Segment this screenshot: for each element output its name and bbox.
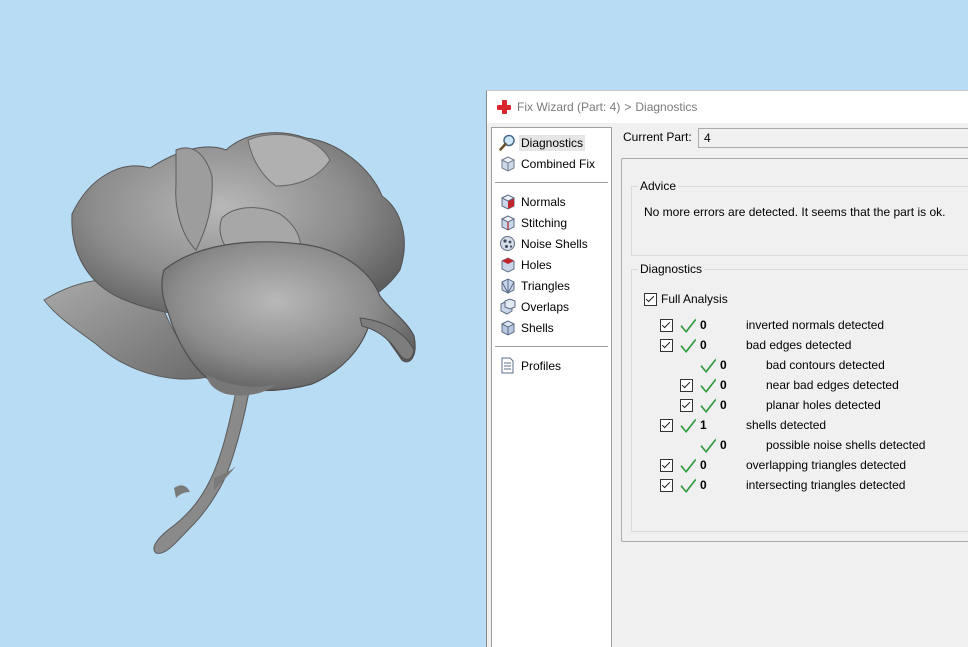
check-ok-icon xyxy=(700,376,717,393)
nav-item-label: Overlaps xyxy=(521,299,570,314)
title-separator: > xyxy=(624,100,632,114)
nav-item-label: Diagnostics xyxy=(519,134,586,151)
check-ok-icon xyxy=(700,356,717,373)
diagnostic-row: 0 planar holes detected xyxy=(632,395,968,415)
diagnostic-label: intersecting triangles detected xyxy=(746,478,906,492)
diagnostic-row: 0 bad edges detected xyxy=(632,335,968,355)
diagnostic-checkbox[interactable] xyxy=(660,319,673,332)
diagnostic-checkbox[interactable] xyxy=(680,399,693,412)
advice-legend: Advice xyxy=(640,179,677,193)
check-ok-icon xyxy=(680,416,697,433)
nav-item-label: Noise Shells xyxy=(521,236,588,251)
diagnostic-label: inverted normals detected xyxy=(746,318,885,332)
shells-cube-icon xyxy=(500,320,516,336)
app-logo-icon xyxy=(497,100,511,114)
stitching-cube-icon xyxy=(500,215,516,231)
window-page-name: Diagnostics xyxy=(635,100,698,114)
diagnostic-checkbox[interactable] xyxy=(660,419,673,432)
current-part-label: Current Part: xyxy=(623,130,692,144)
nav-divider xyxy=(495,346,608,347)
diagnostic-count: 0 xyxy=(700,478,707,492)
diagnostic-count: 0 xyxy=(700,318,707,332)
check-ok-icon xyxy=(680,476,697,493)
diagnostic-row: 0 near bad edges detected xyxy=(632,375,968,395)
fix-wizard-window: Fix Wizard (Part: 4) > Diagnostics Diagn… xyxy=(486,90,968,647)
nav-item-label: Holes xyxy=(521,257,552,272)
diagnostic-row: 0 possible noise shells detected xyxy=(632,435,968,455)
magnifier-icon xyxy=(499,134,515,151)
diagnostic-count: 0 xyxy=(700,458,707,472)
diagnostic-count: 0 xyxy=(720,438,727,452)
diagnostic-count: 0 xyxy=(700,338,707,352)
nav-group-analysis: Diagnostics Combined Fix xyxy=(492,132,611,174)
nav-item-label: Combined Fix xyxy=(521,156,596,171)
diagnostics-legend: Diagnostics xyxy=(640,262,703,276)
nav-item-normals[interactable]: Normals xyxy=(492,191,611,212)
diagnostic-label: shells detected xyxy=(746,418,827,432)
diagnostic-label: planar holes detected xyxy=(766,398,881,412)
nav-item-stitching[interactable]: Stitching xyxy=(492,212,611,233)
triangles-cube-icon xyxy=(501,278,515,294)
diagnostic-checkbox[interactable] xyxy=(660,479,673,492)
nav-item-noise-shells[interactable]: Noise Shells xyxy=(492,233,611,254)
check-ok-icon xyxy=(680,456,697,473)
normals-cube-icon xyxy=(500,194,516,210)
current-part-field[interactable]: 4 xyxy=(698,128,968,148)
full-analysis-label: Full Analysis xyxy=(661,292,728,306)
noise-shells-icon xyxy=(500,236,515,251)
diagnostic-checkbox[interactable] xyxy=(660,339,673,352)
diagnostic-row: 0 overlapping triangles detected xyxy=(632,455,968,475)
document-icon xyxy=(501,357,514,374)
nav-item-triangles[interactable]: Triangles xyxy=(492,275,611,296)
nav-item-label: Normals xyxy=(521,194,566,209)
check-ok-icon xyxy=(680,336,697,353)
nav-item-label: Shells xyxy=(521,320,554,335)
wizard-navigation: Diagnostics Combined Fix Normals Stitchi… xyxy=(491,127,612,647)
advice-group: Advice No more errors are detected. It s… xyxy=(631,179,968,256)
full-analysis-check-box[interactable] xyxy=(644,292,657,306)
diagnostic-row: 0 intersecting triangles detected xyxy=(632,475,968,495)
nav-item-profiles[interactable]: Profiles xyxy=(492,355,611,376)
nav-item-overlaps[interactable]: Overlaps xyxy=(492,296,611,317)
nav-item-label: Triangles xyxy=(521,278,570,293)
nav-item-combined-fix[interactable]: Combined Fix xyxy=(492,153,611,174)
diagnostic-label: possible noise shells detected xyxy=(766,438,926,452)
check-ok-icon xyxy=(680,316,697,333)
full-analysis-checkbox[interactable]: Full Analysis xyxy=(644,292,728,306)
nav-item-diagnostics[interactable]: Diagnostics xyxy=(492,132,611,153)
diagnostic-row: 1 shells detected xyxy=(632,415,968,435)
diagnostic-label: overlapping triangles detected xyxy=(746,458,907,472)
window-title: Fix Wizard (Part: 4) xyxy=(517,100,621,114)
diagnostic-checkbox[interactable] xyxy=(660,459,673,472)
diagnostic-label: bad edges detected xyxy=(746,338,852,352)
check-ok-icon xyxy=(700,396,717,413)
wizard-content: Current Part: 4 Advice No more errors ar… xyxy=(621,127,968,647)
diagnostic-checkbox[interactable] xyxy=(680,379,693,392)
diagnostic-label: near bad edges detected xyxy=(766,378,899,392)
nav-item-holes[interactable]: Holes xyxy=(492,254,611,275)
advice-text: No more errors are detected. It seems th… xyxy=(644,205,946,219)
check-ok-icon xyxy=(700,436,717,453)
holes-cube-icon xyxy=(501,257,515,273)
nav-group-profiles: Profiles xyxy=(492,355,611,376)
nav-group-fixes: Normals Stitching Noise Shells Holes Tri… xyxy=(492,191,611,338)
combined-fix-icon xyxy=(500,156,516,172)
diagnostics-panel: Advice No more errors are detected. It s… xyxy=(621,158,968,542)
overlaps-cube-icon xyxy=(500,298,516,315)
diagnostic-label: bad contours detected xyxy=(766,358,885,372)
diagnostic-count: 0 xyxy=(720,358,727,372)
diagnostic-count: 1 xyxy=(700,418,707,432)
nav-divider xyxy=(495,182,608,183)
diagnostic-row: 0 inverted normals detected xyxy=(632,315,968,335)
nav-item-shells[interactable]: Shells xyxy=(492,317,611,338)
diagnostic-count: 0 xyxy=(720,378,727,392)
window-titlebar[interactable]: Fix Wizard (Part: 4) > Diagnostics xyxy=(487,91,968,123)
nav-item-label: Stitching xyxy=(521,215,568,230)
diagnostic-count: 0 xyxy=(720,398,727,412)
nav-item-label: Profiles xyxy=(521,358,562,373)
diagnostic-row: 0 bad contours detected xyxy=(632,355,968,375)
rose-3d-model[interactable] xyxy=(0,0,480,600)
diagnostics-group: Diagnostics Full Analysis 0 inverted norm… xyxy=(631,262,968,532)
